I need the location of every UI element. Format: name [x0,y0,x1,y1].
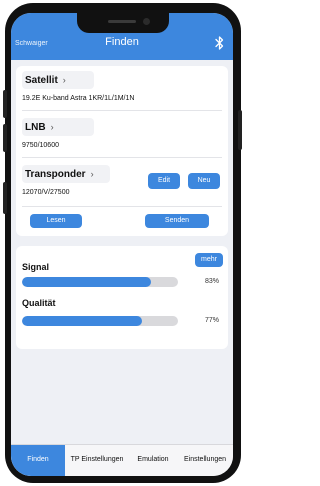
lnb-row-button[interactable]: LNB › [22,118,94,136]
satellite-value: 19.2E Ku-band Astra 1KR/1L/1M/1N [22,95,135,102]
tab-settings[interactable]: Einstellungen [177,445,233,476]
satellite-row-button[interactable]: Satellit › [22,71,94,89]
tuning-card: Satellit › 19.2E Ku-band Astra 1KR/1L/1M/… [16,66,228,236]
app-screen: Schwaiger Finden Satellit › 19.2E Ku-band… [11,13,233,476]
new-button[interactable]: Neu [188,173,220,189]
volume-down-button [3,124,7,152]
signal-bar-fill [22,277,152,287]
mute-switch [3,182,7,214]
volume-up-button [3,90,7,118]
speaker-grille [108,20,136,23]
read-button[interactable]: Lesen [30,214,82,228]
quality-label: Qualität [22,298,56,308]
tab-emulation[interactable]: Emulation [129,445,177,476]
edit-button[interactable]: Edit [148,173,180,189]
tab-finden[interactable]: Finden [11,445,65,476]
tab-bar: Finden TP Einstellungen Emulation Einste… [11,444,233,476]
power-button [238,110,242,150]
more-button[interactable]: mehr [195,253,223,267]
quality-percent: 77% [205,317,220,324]
divider [22,110,222,111]
phone-notch [77,13,169,33]
divider [22,206,222,207]
transponder-label: Transponder [25,169,86,180]
chevron-right-icon: › [90,169,94,179]
transponder-value: 12070/V/27500 [22,189,70,196]
signal-bar-track [22,277,178,287]
page-title: Finden [105,36,139,48]
signal-percent: 83% [205,278,220,285]
divider [22,157,222,158]
quality-bar-track [22,316,178,326]
front-camera [143,18,150,25]
send-button[interactable]: Senden [145,214,209,228]
signal-label: Signal [22,262,50,272]
chevron-right-icon: › [50,122,54,132]
tab-tp-settings[interactable]: TP Einstellungen [65,445,129,476]
transponder-row-button[interactable]: Transponder › [22,165,110,183]
phone-frame: Schwaiger Finden Satellit › 19.2E Ku-band… [0,0,243,486]
chevron-right-icon: › [62,75,66,85]
lnb-value: 9750/10600 [22,142,59,149]
signal-card: mehr Signal 83% Qualität 77% [16,246,228,349]
quality-bar-fill [22,316,143,326]
lnb-label: LNB [25,122,46,133]
satellite-label: Satellit [25,75,58,86]
bluetooth-icon[interactable] [214,36,225,50]
